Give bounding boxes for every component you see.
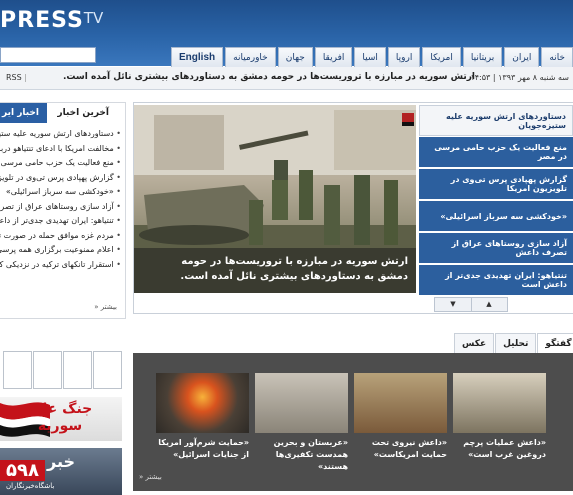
tab-photo-of-day[interactable]: عکس روز: [454, 333, 495, 369]
list-item[interactable]: مردم غزه موافق حمله در صورت تداوم: [0, 229, 121, 244]
list-item[interactable]: منع فعالیت یک حزب حامی مرسی در: [0, 156, 121, 171]
rss-link[interactable]: RSS |: [6, 73, 30, 82]
slide-item[interactable]: تنتیاهو: ایران تهدیدی جدی‌تر از داعش است: [419, 265, 573, 296]
banner-line-1: جنگ علیه: [27, 401, 93, 417]
gallery-thumbnail: [354, 373, 447, 433]
list-item[interactable]: دستاوردهای ارتش سوریه علیه ستیزه‌جویان: [0, 127, 121, 142]
list-item[interactable]: تنتیاهو: ایران تهدیدی جدی‌تر از داعش: [0, 214, 121, 229]
slide-caption[interactable]: ارتش سوریه در مبارزه با تروریست‌ها در حو…: [134, 248, 416, 293]
latest-more-link[interactable]: » بیشتر: [94, 303, 117, 311]
gallery-caption: «عربستان و بحرین همدست تکفیری‌ها هستند»: [273, 438, 348, 471]
gallery-thumbnail: [453, 373, 546, 433]
presstv-logo[interactable]: PRESSTV: [0, 8, 103, 33]
logo-main: PRESS: [0, 8, 84, 33]
tab-analysis[interactable]: تحلیل: [495, 333, 537, 354]
banner-text: جنگ علیه سوریه: [20, 401, 100, 435]
slide-item[interactable]: منع فعالیت یک حزب حامی مرسی در مصر: [419, 137, 573, 168]
gallery-item[interactable]: «داعش عملیات پرچم دروغین غرب است»: [453, 373, 546, 461]
thumbnail-box[interactable]: [33, 351, 62, 389]
main-nav: خانه ایران بریتانیا امریکا اروپا اسیا اف…: [169, 47, 573, 68]
gallery-caption: «داعش نیروی تحت حمایت امریکاست»: [371, 438, 447, 459]
war-on-syria-banner[interactable]: جنگ علیه سوریه: [0, 397, 122, 441]
ticker-headline[interactable]: ارتش سوریه در مبارزه با تروریست‌ها در حو…: [63, 72, 475, 82]
nav-iran[interactable]: ایران: [504, 47, 540, 68]
slide-item[interactable]: «خودکشی سه سرباز اسرائیلی»: [419, 201, 573, 232]
list-item[interactable]: آزاد سازی روستاهای عراق از تصرف: [0, 200, 121, 215]
gallery-panel: «داعش عملیات پرچم دروغین غرب است» «داعش …: [133, 353, 573, 491]
nav-english[interactable]: English: [171, 47, 224, 68]
slide-item[interactable]: دستاوردهای ارتش سوریه علیه ستیزه‌جویان: [419, 105, 573, 136]
gallery-thumbnail: [156, 373, 249, 433]
nav-middle-east[interactable]: خاورمیانه: [225, 47, 276, 68]
nav-britain[interactable]: بریتانیا: [462, 47, 503, 68]
nav-asia[interactable]: اسیا: [354, 47, 386, 68]
nav-home[interactable]: خانه: [541, 47, 573, 68]
logo-tv: TV: [83, 9, 104, 27]
slider-down-button[interactable]: ▼: [434, 297, 472, 312]
slider-up-button[interactable]: ▲: [470, 297, 508, 312]
nav-africa[interactable]: افریقا: [314, 47, 353, 68]
khabar-subtitle: باشگاه‌خبرنگاران: [6, 482, 55, 490]
khabar-badge: ۵۹۸: [0, 460, 45, 481]
list-item[interactable]: «خودکشی سه سرباز اسرائیلی»: [0, 185, 121, 200]
gallery-caption: «حمایت شرم‌آور امریکا از جنایات اسرائیل»: [158, 438, 249, 459]
list-item[interactable]: گزارش پهپادی پرس تی‌وی در تلویزیون: [0, 171, 121, 186]
gallery-item[interactable]: «عربستان و بحرین همدست تکفیری‌ها هستند»: [255, 373, 348, 473]
latest-tabs: آخرین اخبار اخبار ایر: [0, 103, 125, 123]
list-item[interactable]: استقرار تانکهای ترکیه در نزدیکی کو: [0, 258, 121, 273]
khabar-banner[interactable]: خبر ۵۹۸ باشگاه‌خبرنگاران: [0, 448, 122, 495]
tab-iran-news[interactable]: اخبار ایر: [0, 103, 48, 123]
slide-item[interactable]: گزارش پهپادی پرس تی‌وی در تلویزیون امریک…: [419, 169, 573, 200]
search-input[interactable]: [0, 47, 96, 63]
list-item[interactable]: مخالفت امریکا با ادعای تنتیاهو درباره: [0, 142, 121, 157]
latest-news-panel: آخرین اخبار اخبار ایر دستاوردهای ارتش سو…: [0, 102, 126, 319]
gallery-tabs: گفتگو تحلیل عکس روز: [453, 333, 573, 369]
nav-world[interactable]: جهان: [277, 47, 313, 68]
slide-headline-list: دستاوردهای ارتش سوریه علیه ستیزه‌جویان م…: [417, 105, 573, 296]
nav-europe[interactable]: اروپا: [387, 47, 421, 68]
latest-news-list: دستاوردهای ارتش سوریه علیه ستیزه‌جویان م…: [0, 127, 121, 272]
gallery-caption: «داعش عملیات پرچم دروغین غرب است»: [463, 438, 546, 459]
thumbnail-box[interactable]: [63, 351, 92, 389]
rss-label: RSS: [6, 73, 22, 82]
date-display: سه شنبه ۸ مهر ۱۳۹۳ | ۱۴:۵۳: [470, 73, 569, 82]
thumbnail-box[interactable]: [3, 351, 32, 389]
gallery-thumbnail: [255, 373, 348, 433]
slide-caption-text: ارتش سوریه در مبارزه با تروریست‌ها در حو…: [180, 256, 408, 282]
news-ticker: سه شنبه ۸ مهر ۱۳۹۳ | ۱۴:۵۳ ارتش سوریه در…: [0, 67, 573, 90]
thumbnail-box[interactable]: [93, 351, 122, 389]
slide-item[interactable]: آزاد سازی روستاهای عراق از تصرف داعش: [419, 233, 573, 264]
rss-divider: |: [24, 73, 27, 82]
site-header: PRESSTV خانه ایران بریتانیا امریکا اروپا…: [0, 0, 573, 68]
list-item[interactable]: اعلام ممنوعیت برگزاری همه پرسی: [0, 243, 121, 258]
gallery-item[interactable]: «حمایت شرم‌آور امریکا از جنایات اسرائیل»: [156, 373, 249, 461]
gallery-more-link[interactable]: » بیشتر: [139, 473, 162, 481]
nav-america[interactable]: امریکا: [422, 47, 461, 68]
tab-latest-news[interactable]: آخرین اخبار: [57, 103, 109, 123]
banner-line-2: سوریه: [37, 418, 83, 434]
gallery-item[interactable]: «داعش نیروی تحت حمایت امریکاست»: [354, 373, 447, 461]
tab-interview[interactable]: گفتگو: [537, 333, 573, 354]
